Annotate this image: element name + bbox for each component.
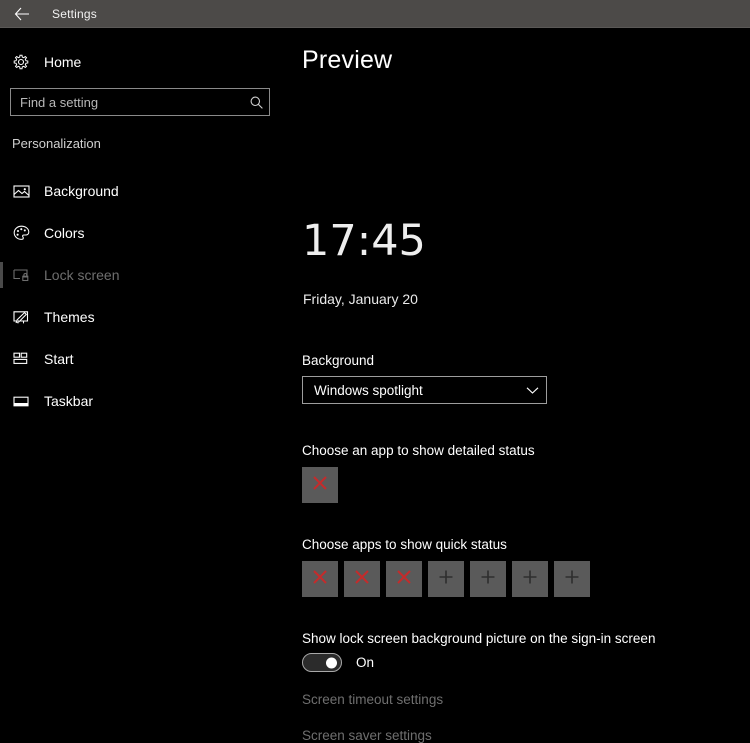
- window-title: Settings: [52, 6, 97, 21]
- plus-icon: [521, 568, 539, 591]
- sidebar-item-colors[interactable]: Colors: [0, 212, 285, 254]
- red-x-icon: [353, 568, 371, 591]
- sidebar-item-themes[interactable]: Themes: [0, 296, 285, 338]
- main-content: Preview 17:45 Friday, January 20 Backgro…: [285, 28, 750, 743]
- detailed-status-label: Choose an app to show detailed status: [302, 443, 535, 458]
- quick-status-add-tile[interactable]: [428, 561, 464, 597]
- lock-screen-preview-date: Friday, January 20: [303, 291, 418, 307]
- toggle-state-label: On: [356, 655, 375, 670]
- sidebar-home-label: Home: [44, 54, 82, 70]
- quick-status-tiles: [302, 561, 590, 597]
- quick-status-tile[interactable]: [386, 561, 422, 597]
- sidebar-item-lock-screen[interactable]: Lock screen: [0, 254, 285, 296]
- plus-icon: [479, 568, 497, 591]
- screen-timeout-settings-link[interactable]: Screen timeout settings: [302, 692, 443, 707]
- background-dropdown-value: Windows spotlight: [314, 382, 423, 398]
- page-title: Preview: [302, 46, 393, 74]
- sidebar-item-home[interactable]: Home: [0, 46, 285, 78]
- chevron-down-icon: [518, 386, 546, 395]
- sidebar-item-background[interactable]: Background: [0, 170, 285, 212]
- picture-icon: [13, 184, 35, 199]
- sidebar-item-start[interactable]: Start: [0, 338, 285, 380]
- sidebar-item-label: Themes: [44, 309, 95, 325]
- quick-status-add-tile[interactable]: [554, 561, 590, 597]
- back-arrow-icon: [14, 7, 30, 21]
- quick-status-add-tile[interactable]: [512, 561, 548, 597]
- toggle-knob: [326, 657, 337, 668]
- sidebar-item-label: Lock screen: [44, 267, 120, 283]
- sidebar-item-label: Taskbar: [44, 393, 94, 409]
- background-dropdown[interactable]: Windows spotlight: [302, 376, 547, 404]
- palette-icon: [13, 225, 35, 241]
- back-button[interactable]: [0, 0, 44, 27]
- signin-background-toggle[interactable]: [302, 653, 342, 672]
- title-bar: Settings: [0, 0, 750, 28]
- search-input[interactable]: [11, 93, 243, 111]
- brush-canvas-icon: [13, 310, 35, 325]
- detailed-status-tile[interactable]: [302, 467, 338, 503]
- red-x-icon: [311, 474, 329, 497]
- quick-status-tile[interactable]: [344, 561, 380, 597]
- red-x-icon: [395, 568, 413, 591]
- sidebar-item-label: Start: [44, 351, 74, 367]
- quick-status-label: Choose apps to show quick status: [302, 537, 507, 552]
- sidebar-item-label: Colors: [44, 225, 85, 241]
- sidebar-item-taskbar[interactable]: Taskbar: [0, 380, 285, 422]
- quick-status-tile[interactable]: [302, 561, 338, 597]
- monitor-lock-icon: [13, 268, 35, 283]
- background-label: Background: [302, 353, 375, 368]
- selection-indicator: [0, 262, 3, 288]
- search-icon[interactable]: [243, 95, 269, 110]
- red-x-icon: [311, 568, 329, 591]
- sidebar: Home Personalization Background: [0, 28, 285, 741]
- signin-background-label: Show lock screen background picture on t…: [302, 631, 656, 646]
- sidebar-section-header: Personalization: [12, 136, 101, 151]
- signin-background-toggle-row: On: [302, 653, 374, 672]
- lock-screen-preview-time: 17:45: [302, 216, 426, 266]
- sidebar-item-label: Background: [44, 183, 119, 199]
- sidebar-nav-list: Background Colors Lock screen Themes Sta…: [0, 170, 285, 422]
- gear-icon: [13, 54, 35, 70]
- taskbar-icon: [13, 395, 35, 408]
- search-box[interactable]: [10, 88, 270, 116]
- tile-grid-icon: [13, 352, 35, 366]
- quick-status-add-tile[interactable]: [470, 561, 506, 597]
- plus-icon: [563, 568, 581, 591]
- plus-icon: [437, 568, 455, 591]
